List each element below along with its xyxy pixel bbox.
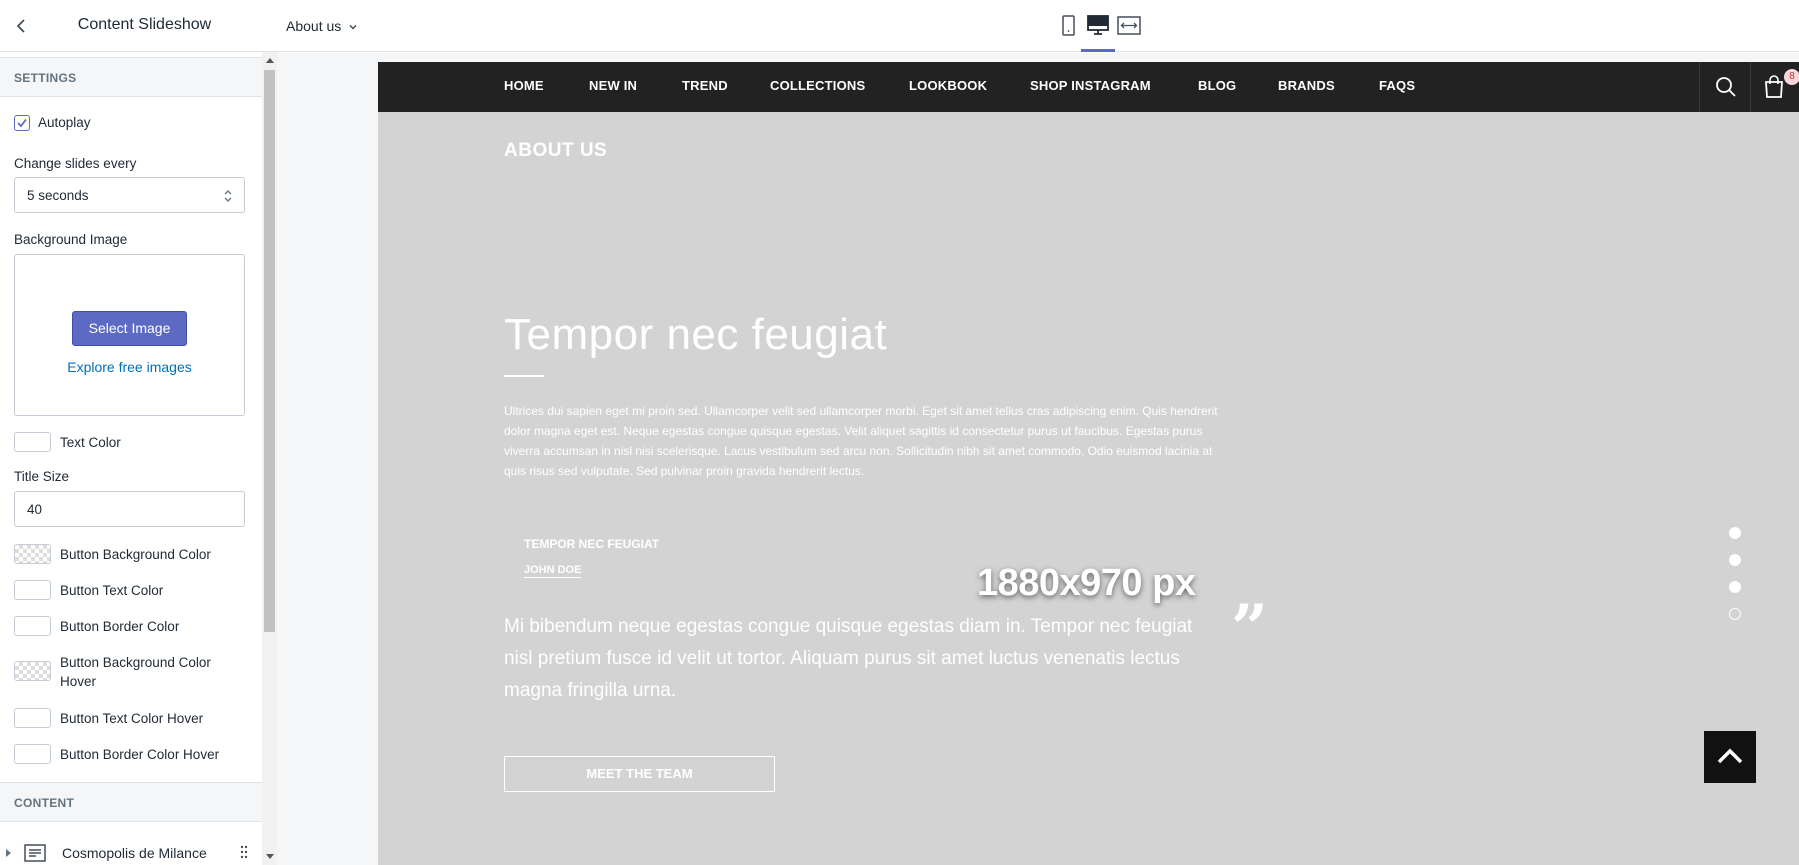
mobile-view-icon[interactable] [1054, 13, 1082, 39]
settings-heading: SETTINGS [14, 71, 77, 85]
slide-dot-1[interactable] [1729, 527, 1741, 539]
chevron-up-icon [1717, 748, 1743, 764]
settings-section-header: SETTINGS [0, 57, 262, 97]
search-icon[interactable] [1714, 75, 1738, 99]
content-block-item[interactable]: Cosmopolis de Milance [0, 833, 262, 865]
cart-icon[interactable] [1763, 75, 1785, 99]
chevron-down-icon [349, 25, 357, 30]
editor-topbar: About us [277, 0, 1799, 52]
button-text-color-swatch[interactable] [14, 580, 51, 600]
title-size-input[interactable]: 40 [14, 491, 245, 527]
button-bg-color-swatch[interactable] [14, 544, 51, 564]
content-block-label: Cosmopolis de Milance [62, 845, 207, 861]
page-selector-label: About us [286, 18, 342, 34]
button-bg-color-label: Button Background Color [60, 547, 211, 562]
text-block-icon [24, 844, 46, 862]
change-slides-label: Change slides every [14, 156, 137, 171]
settings-sidebar: Content Slideshow SETTINGS Autoplay Chan… [0, 0, 277, 865]
nav-new-in[interactable]: NEW IN [589, 78, 637, 93]
cart-count-badge: 8 [1784, 69, 1799, 85]
full-width-view-icon[interactable] [1115, 13, 1143, 39]
background-image-label: Background Image [14, 232, 128, 247]
button-text-color-hover-label: Button Text Color Hover [60, 711, 204, 726]
slide-dot-3[interactable] [1729, 581, 1741, 593]
button-border-color-hover-label: Button Border Color Hover [60, 747, 220, 762]
meet-the-team-button[interactable]: MEET THE TEAM [504, 756, 775, 792]
nav-home[interactable]: HOME [504, 78, 544, 93]
change-slides-select[interactable]: 5 seconds [14, 177, 245, 213]
button-bg-color-hover-label: Button Background Color Hover [60, 655, 211, 689]
expand-caret-icon[interactable] [6, 849, 11, 857]
text-color-swatch[interactable] [14, 432, 51, 452]
explore-free-images-link[interactable]: Explore free images [15, 359, 244, 375]
testimonial-quote: Mi bibendum neque egestas congue quisque… [504, 616, 1193, 701]
slide-dot-4[interactable] [1729, 608, 1741, 620]
page-selector[interactable]: About us [286, 18, 358, 34]
select-image-button[interactable]: Select Image [72, 311, 187, 346]
quote-author-title: TEMPOR NEC FEUGIAT [524, 537, 660, 551]
title-divider [504, 375, 544, 377]
sidebar-scrollbar[interactable] [262, 52, 277, 865]
change-slides-value: 5 seconds [27, 188, 89, 203]
text-color-label: Text Color [60, 435, 121, 450]
nav-trend[interactable]: TREND [682, 78, 728, 93]
nav-shop-instagram[interactable]: SHOP INSTAGRAM [1030, 78, 1151, 93]
sidebar-title: Content Slideshow [77, 16, 212, 33]
content-section-header: CONTENT [0, 782, 262, 822]
button-border-color-label: Button Border Color [60, 619, 180, 634]
quote-mark-icon: ” [1231, 591, 1268, 666]
nav-faqs[interactable]: FAQS [1379, 78, 1415, 93]
title-size-label: Title Size [14, 469, 70, 484]
button-border-color-swatch[interactable] [14, 616, 51, 636]
button-text-color-hover-swatch[interactable] [14, 708, 51, 728]
back-to-top-button[interactable] [1704, 731, 1756, 783]
button-text-color-label: Button Text Color [60, 583, 164, 598]
nav-divider [1750, 62, 1751, 112]
content-heading: CONTENT [14, 796, 75, 810]
active-device-indicator [1081, 49, 1115, 52]
page-heading: ABOUT US [504, 140, 608, 161]
nav-blog[interactable]: BLOG [1198, 78, 1236, 93]
title-size-value: 40 [27, 502, 43, 517]
quote-author-name: JOHN DOE [524, 564, 582, 578]
nav-brands[interactable]: BRANDS [1278, 78, 1335, 93]
scroll-down-arrow-icon[interactable] [266, 854, 274, 859]
button-border-color-hover-swatch[interactable] [14, 744, 51, 764]
scroll-up-arrow-icon[interactable] [266, 58, 274, 63]
sidebar-header: Content Slideshow [0, 0, 277, 52]
store-preview: HOME NEW IN TREND COLLECTIONS LOOKBOOK S… [378, 62, 1799, 865]
drag-handle-icon[interactable] [240, 845, 248, 859]
slide-title: Tempor nec feugiat [504, 310, 888, 359]
slide-dot-2[interactable] [1729, 554, 1741, 566]
autoplay-label: Autoplay [38, 115, 91, 130]
select-arrows-icon [224, 190, 232, 202]
slide-body-text: Ultrices dui sapien eget mi proin sed. U… [504, 404, 1218, 478]
image-size-overlay: 1880x970 px [977, 562, 1196, 604]
nav-collections[interactable]: COLLECTIONS [770, 78, 865, 93]
background-image-picker: Select Image Explore free images [14, 254, 245, 416]
autoplay-checkbox[interactable] [14, 115, 30, 131]
settings-panel: SETTINGS Autoplay Change slides every 5 … [0, 52, 262, 865]
button-bg-color-hover-swatch[interactable] [14, 661, 51, 681]
nav-lookbook[interactable]: LOOKBOOK [909, 78, 987, 93]
desktop-view-icon[interactable] [1084, 13, 1112, 39]
scrollbar-thumb[interactable] [264, 70, 275, 632]
nav-divider [1699, 62, 1700, 112]
store-navigation: HOME NEW IN TREND COLLECTIONS LOOKBOOK S… [378, 62, 1799, 112]
